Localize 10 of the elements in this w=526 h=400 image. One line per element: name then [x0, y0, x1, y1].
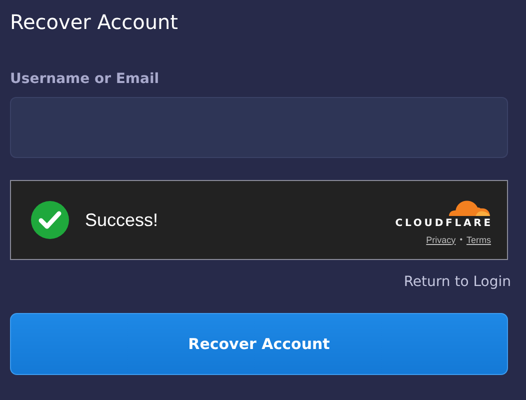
- username-field[interactable]: [10, 97, 508, 158]
- separator-dot: •: [460, 235, 462, 244]
- page-title: Recover Account: [10, 9, 178, 36]
- terms-link[interactable]: Terms: [466, 234, 491, 244]
- return-to-login-link[interactable]: Return to Login: [404, 272, 511, 292]
- status-text: Success!: [85, 210, 158, 230]
- field-label: Username or Email: [10, 70, 160, 88]
- recover-account-button[interactable]: Recover Account: [10, 313, 508, 375]
- privacy-link[interactable]: Privacy: [426, 234, 456, 244]
- brand-wordmark: CLOUDFLARE: [395, 216, 493, 230]
